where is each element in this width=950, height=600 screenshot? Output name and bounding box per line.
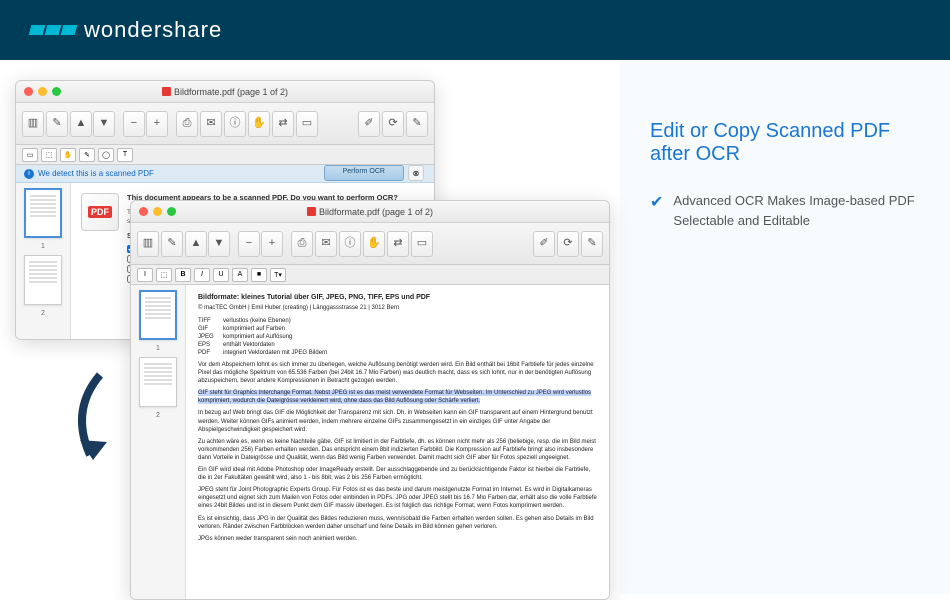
doc-paragraph: Vor dem Abspeichern lohnt es sich immer … [198,361,597,385]
minimize-icon[interactable] [38,87,47,96]
inspector-button[interactable]: ⓘ [339,231,361,257]
app-header: wondershare [0,0,950,60]
tool-cursor[interactable]: ▭ [22,148,38,162]
doc-paragraph: In bezug auf Web bringt das GIF die Mögl… [198,409,597,433]
create-button[interactable]: ✎ [161,231,183,257]
doc-paragraph-highlighted: GIF steht für Graphics Interchange Forma… [198,389,597,405]
doc-paragraph: JPEG steht für Joint Photographic Expert… [198,486,597,510]
brand-name: wondershare [84,17,222,43]
check-icon: ✔ [650,191,663,230]
tool-underline[interactable]: U [213,268,229,282]
brand-logo: wondershare [30,17,222,43]
tool-shape[interactable]: ◯ [98,148,114,162]
format-definitions: TIFFverlustlos (keine Ebenen) GIFkomprim… [198,317,597,357]
form-button[interactable]: ▭ [296,111,318,137]
page-thumbnail-2[interactable] [24,255,62,305]
tool-hand[interactable]: ✋ [60,148,76,162]
minimize-icon[interactable] [153,207,162,216]
pdf-icon [162,87,171,96]
tool-italic[interactable]: I [194,268,210,282]
tool-select[interactable]: ⬚ [41,148,57,162]
convert-button[interactable]: ⇄ [387,231,409,257]
arrow-icon [65,370,135,470]
doc-subheading: © macTEC GmbH | Emil Huber (creating) | … [198,304,597,312]
document-content[interactable]: Bildformate: kleines Tutorial über GIF, … [186,285,609,600]
markup-button[interactable]: ✐ [358,111,380,137]
tool-draw[interactable]: ✎ [79,148,95,162]
main-toolbar: ▥ ✎ ▲ ▼ − + ⎙ ✉ ⓘ ✋ ⇄ ▭ ✐ ⟳ ✎ [131,223,609,265]
sidebar-button[interactable]: ▥ [22,111,44,137]
window-titlebar: Bildformate.pdf (page 1 of 2) [16,81,434,103]
zoom-out-button[interactable]: − [123,111,145,137]
maximize-icon[interactable] [167,207,176,216]
marketing-panel: Edit or Copy Scanned PDF after OCR ✔ Adv… [620,60,950,594]
sub-toolbar: ▭ ⬚ ✋ ✎ ◯ T [16,145,434,165]
tool-color[interactable]: ■ [251,268,267,282]
info-text: We detect this is a scanned PDF [38,169,154,178]
doc-paragraph: Ein GIF wird ideal mit Adobe Photoshop o… [198,466,597,482]
form-button[interactable]: ▭ [411,231,433,257]
page-thumbnails-sidebar: 1 2 [16,183,71,340]
zoom-in-button[interactable]: + [146,111,168,137]
window-title: Bildformate.pdf (page 1 of 2) [162,87,288,97]
window-title: Bildformate.pdf (page 1 of 2) [307,207,433,217]
wondershare-icon [30,25,76,35]
edit-button[interactable]: ✎ [406,111,428,137]
rotate-button[interactable]: ⟳ [557,231,579,257]
tool-font[interactable]: A [232,268,248,282]
feature-title: Edit or Copy Scanned PDF after OCR [650,120,920,166]
down-button[interactable]: ▼ [208,231,230,257]
rotate-button[interactable]: ⟳ [382,111,404,137]
zoom-in-button[interactable]: + [261,231,283,257]
mail-button[interactable]: ✉ [200,111,222,137]
doc-paragraph: Es ist einsichtig, dass JPG in der Quali… [198,515,597,531]
tool-bold[interactable]: B [175,268,191,282]
sub-toolbar: I ⬚ B I U A ■ T▾ [131,265,609,285]
page-thumbnails-sidebar: 1 2 [131,285,186,600]
convert-button[interactable]: ⇄ [272,111,294,137]
window-titlebar: Bildformate.pdf (page 1 of 2) [131,201,609,223]
pdf-document-icon [81,193,119,231]
tool-select[interactable]: ⬚ [156,268,172,282]
pdf-editor-window-after-ocr: Bildformate.pdf (page 1 of 2) ▥ ✎ ▲ ▼ − … [130,200,610,600]
down-button[interactable]: ▼ [93,111,115,137]
sidebar-button[interactable]: ▥ [137,231,159,257]
doc-heading: Bildformate: kleines Tutorial über GIF, … [198,293,597,302]
feature-item: ✔ Advanced OCR Makes Image-based PDF Sel… [650,191,920,230]
close-icon[interactable] [139,207,148,216]
inspector-button[interactable]: ⓘ [224,111,246,137]
screenshot-panel: Bildformate.pdf (page 1 of 2) ▥ ✎ ▲ ▼ − … [0,60,620,594]
print-button[interactable]: ⎙ [291,231,313,257]
hand-button[interactable]: ✋ [363,231,385,257]
create-button[interactable]: ✎ [46,111,68,137]
pdf-icon [307,207,316,216]
close-icon[interactable] [24,87,33,96]
doc-paragraph: JPGs können weder transparent sein noch … [198,535,597,543]
perform-ocr-button[interactable]: Perform OCR [324,165,404,181]
tool-cursor[interactable]: I [137,268,153,282]
page-thumbnail-2[interactable] [139,357,177,407]
mail-button[interactable]: ✉ [315,231,337,257]
up-button[interactable]: ▲ [185,231,207,257]
up-button[interactable]: ▲ [70,111,92,137]
print-button[interactable]: ⎙ [176,111,198,137]
markup-button[interactable]: ✐ [533,231,555,257]
page-thumbnail-1[interactable] [139,290,177,340]
tool-more[interactable]: T▾ [270,268,286,282]
edit-button[interactable]: ✎ [581,231,603,257]
info-icon: i [24,169,34,179]
hand-button[interactable]: ✋ [248,111,270,137]
page-thumbnail-1[interactable] [24,188,62,238]
dismiss-info-button[interactable]: ⊗ [408,165,424,181]
maximize-icon[interactable] [52,87,61,96]
feature-text: Advanced OCR Makes Image-based PDF Selec… [673,191,920,230]
tool-text[interactable]: T [117,148,133,162]
main-toolbar: ▥ ✎ ▲ ▼ − + ⎙ ✉ ⓘ ✋ ⇄ ▭ ✐ ⟳ ✎ [16,103,434,145]
doc-paragraph: Zu achten wäre es, wenn es keine Nachtei… [198,438,597,462]
zoom-out-button[interactable]: − [238,231,260,257]
